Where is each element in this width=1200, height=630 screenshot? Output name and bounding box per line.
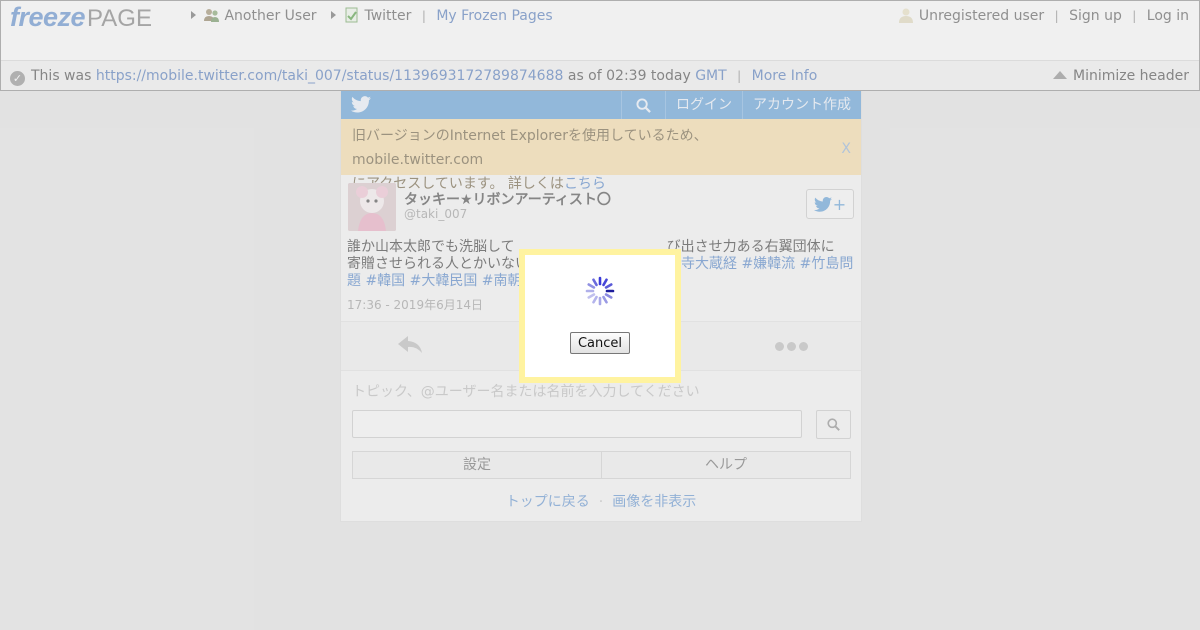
loading-dialog-body: Cancel [525,255,675,377]
loading-spinner-icon [585,276,615,306]
loading-dialog: Cancel [519,249,681,383]
cancel-button[interactable]: Cancel [570,332,630,354]
